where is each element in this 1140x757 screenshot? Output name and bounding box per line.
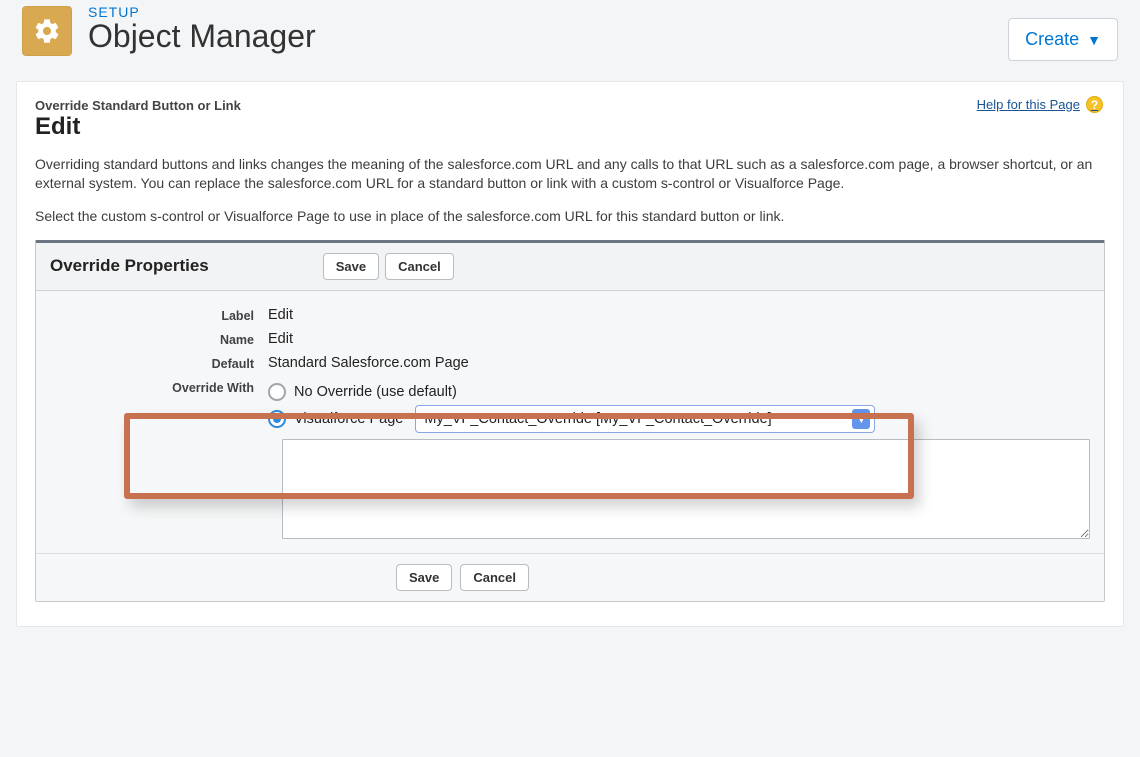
override-with-label: Override With [36,379,268,395]
radio-no-override-label: No Override (use default) [294,384,457,400]
field-row-default: Default Standard Salesforce.com Page [36,349,1104,373]
cancel-button-top[interactable]: Cancel [385,253,454,280]
default-value: Standard Salesforce.com Page [268,355,469,371]
object-manager-title: Object Manager [88,18,316,55]
save-button-bottom[interactable]: Save [396,564,452,591]
help-for-this-page-link[interactable]: Help for this Page ? [977,96,1103,113]
panel-title: Override Properties [50,256,209,276]
create-button[interactable]: Create ▼ [1008,18,1118,61]
radio-row-no-override[interactable]: No Override (use default) [268,383,875,401]
radio-no-override[interactable] [268,383,286,401]
card-supertitle: Override Standard Button or Link [35,98,1105,113]
help-link-label: Help for this Page [977,97,1080,112]
select-arrows-icon: ▲▼ [852,409,870,429]
header-titles: SETUP Object Manager [88,4,316,55]
card-title: Edit [35,113,1105,141]
create-button-label: Create [1025,29,1079,50]
comment-textarea[interactable] [282,439,1090,539]
panel-header: Override Properties Save Cancel [36,243,1104,291]
help-icon: ? [1086,96,1103,113]
default-label: Default [36,355,268,371]
cancel-button-bottom[interactable]: Cancel [460,564,529,591]
save-button-top[interactable]: Save [323,253,379,280]
visualforce-page-select[interactable]: My_VF_Contact_Override [My_VF_Contact_Ov… [415,405,875,433]
panel-footer: Save Cancel [36,553,1104,601]
header-left: SETUP Object Manager [22,4,316,56]
radio-visualforce-label: Visualforce Page [294,411,403,427]
comment-row [36,439,1104,553]
name-label: Name [36,331,268,347]
page-header: SETUP Object Manager Create ▼ [0,0,1140,71]
radio-row-visualforce[interactable]: Visualforce Page My_VF_Contact_Override … [268,405,875,433]
chevron-down-icon: ▼ [1087,32,1101,48]
field-row-label: Label Edit [36,301,1104,325]
gear-icon-svg [33,17,61,45]
intro-paragraph-1: Overriding standard buttons and links ch… [35,155,1105,193]
radio-visualforce[interactable] [268,410,286,428]
visualforce-page-selected: My_VF_Contact_Override [My_VF_Contact_Ov… [424,411,771,427]
intro-paragraph-2: Select the custom s-control or Visualfor… [35,207,1105,226]
gear-icon [22,6,72,56]
panel-body: Label Edit Name Edit Default Standard Sa… [36,291,1104,553]
override-properties-panel: Override Properties Save Cancel Label Ed… [35,240,1105,602]
field-row-name: Name Edit [36,325,1104,349]
field-row-override-with: Override With No Override (use default) … [36,373,1104,439]
name-value: Edit [268,331,293,347]
label-label: Label [36,307,268,323]
override-with-value: No Override (use default) Visualforce Pa… [268,379,875,437]
label-value: Edit [268,307,293,323]
content-card: Help for this Page ? Override Standard B… [16,81,1124,627]
